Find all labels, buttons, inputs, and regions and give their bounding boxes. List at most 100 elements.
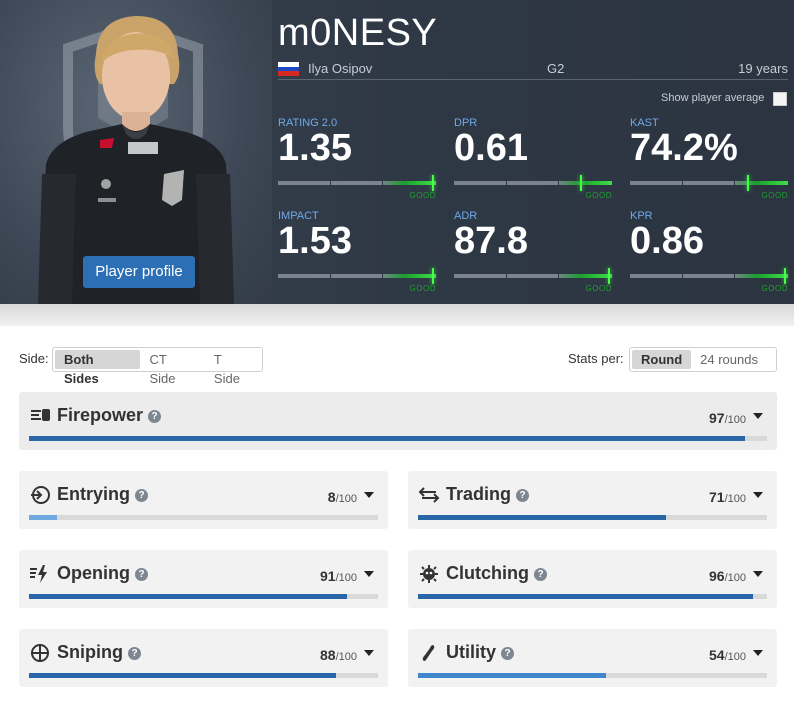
category-bar-fill <box>29 594 347 599</box>
stat-badge: GOOD <box>761 284 788 293</box>
stat-value: 74.2% <box>630 127 738 169</box>
sniping-icon <box>31 644 49 662</box>
chevron-down-icon[interactable] <box>364 492 374 498</box>
help-icon[interactable]: ? <box>128 647 141 660</box>
stat-badge: GOOD <box>761 191 788 200</box>
player-nickname: m0NESY <box>278 12 438 54</box>
stats-per-label: Stats per: <box>568 351 624 366</box>
side-selector: Both Sides CT Side T Side <box>52 347 263 386</box>
stat-badge: GOOD <box>409 284 436 293</box>
player-age: 19 years <box>738 61 788 76</box>
per-option-round[interactable]: Round <box>632 350 692 369</box>
score-max: /100 <box>335 493 357 505</box>
score-value: 96 <box>709 568 725 584</box>
category-clutching[interactable]: Clutching? 96/100 <box>408 550 777 608</box>
category-utility[interactable]: Utility? 54/100 <box>408 629 777 687</box>
category-title: Trading? <box>446 484 530 505</box>
entrying-icon <box>31 486 50 504</box>
player-real-name: Ilya Osipov <box>308 61 373 76</box>
category-firepower[interactable]: Firepower? 97/100 <box>19 392 777 450</box>
side-option-t[interactable]: T Side <box>205 350 260 386</box>
chevron-down-icon[interactable] <box>364 571 374 577</box>
score-value: 71 <box>709 489 725 505</box>
category-score: 71/100 <box>709 489 746 505</box>
category-bar-fill <box>418 594 753 599</box>
russia-flag-icon <box>278 62 299 76</box>
chevron-down-icon[interactable] <box>753 571 763 577</box>
help-icon[interactable]: ? <box>516 489 530 502</box>
score-value: 54 <box>709 647 725 663</box>
category-name: Utility <box>446 642 497 662</box>
category-bar <box>29 515 378 520</box>
stats-per-selector: Round 24 rounds <box>629 347 777 372</box>
category-score: 8/100 <box>328 489 357 505</box>
stat-gauge <box>278 181 436 185</box>
category-title: Clutching? <box>446 563 547 584</box>
stat-value: 1.53 <box>278 220 352 262</box>
category-score: 91/100 <box>320 568 357 584</box>
category-bar-fill <box>418 515 666 520</box>
category-score: 88/100 <box>320 647 357 663</box>
player-photo-panel: Player profile <box>0 0 272 304</box>
stat-badge: GOOD <box>409 191 436 200</box>
section-divider <box>0 304 794 326</box>
per-option-24-rounds[interactable]: 24 rounds <box>691 350 767 369</box>
category-bar-fill <box>29 673 336 678</box>
category-sniping[interactable]: Sniping? 88/100 <box>19 629 388 687</box>
utility-icon <box>422 645 435 661</box>
category-opening[interactable]: Opening? 91/100 <box>19 550 388 608</box>
side-option-both[interactable]: Both Sides <box>55 350 141 386</box>
help-icon[interactable]: ? <box>501 647 515 660</box>
category-name: Entrying <box>57 484 131 504</box>
category-score: 54/100 <box>709 647 746 663</box>
category-bar <box>418 515 767 520</box>
score-value: 91 <box>320 568 336 584</box>
stat-gauge-marker <box>784 268 786 284</box>
clutching-icon <box>420 565 438 583</box>
stat-gauge-marker <box>432 175 434 191</box>
category-trading[interactable]: Trading? 71/100 <box>408 471 777 529</box>
category-title: Opening? <box>57 563 148 584</box>
chevron-down-icon[interactable] <box>753 492 763 498</box>
chevron-down-icon[interactable] <box>364 650 374 656</box>
score-value: 88 <box>320 647 336 663</box>
category-name: Clutching <box>446 563 529 583</box>
player-profile-button[interactable]: Player profile <box>83 256 195 288</box>
show-average-checkbox[interactable] <box>773 92 787 106</box>
category-bar <box>29 594 378 599</box>
stat-value: 0.86 <box>630 220 704 262</box>
stat-value: 87.8 <box>454 220 528 262</box>
stat-gauge-marker <box>747 175 749 191</box>
stat-gauge <box>630 274 788 278</box>
category-title: Sniping? <box>57 642 141 663</box>
side-option-ct[interactable]: CT Side <box>140 350 204 386</box>
stat-kpr: KPR 0.86 GOOD <box>630 210 788 296</box>
category-name: Trading <box>446 484 512 504</box>
stat-badge: GOOD <box>585 284 612 293</box>
help-icon[interactable]: ? <box>148 410 162 423</box>
stat-gauge-marker <box>608 268 610 284</box>
help-icon[interactable]: ? <box>534 568 547 581</box>
category-entrying[interactable]: Entrying? 8/100 <box>19 471 388 529</box>
score-max: /100 <box>724 572 746 584</box>
score-max: /100 <box>724 651 746 663</box>
category-title: Utility? <box>446 642 515 663</box>
show-average-label: Show player average <box>661 92 765 104</box>
chevron-down-icon[interactable] <box>753 413 763 419</box>
category-bar <box>29 673 378 678</box>
player-team[interactable]: G2 <box>547 61 564 76</box>
help-icon[interactable]: ? <box>135 568 148 581</box>
stat-badge: GOOD <box>585 191 612 200</box>
player-header: Player profile m0NESY Ilya Osipov G2 19 … <box>0 0 794 304</box>
category-bar <box>29 436 767 441</box>
stat-dpr: DPR 0.61 GOOD <box>454 117 612 203</box>
stat-gauge-marker <box>580 175 582 191</box>
score-max: /100 <box>724 493 746 505</box>
category-bar <box>418 594 767 599</box>
player-meta-row: Ilya Osipov G2 19 years <box>278 58 788 80</box>
stat-gauge <box>454 181 612 185</box>
chevron-down-icon[interactable] <box>753 650 763 656</box>
stat-rating-2-0: RATING 2.0 1.35 GOOD <box>278 117 436 203</box>
help-icon[interactable]: ? <box>135 489 149 502</box>
stat-adr: ADR 87.8 GOOD <box>454 210 612 296</box>
